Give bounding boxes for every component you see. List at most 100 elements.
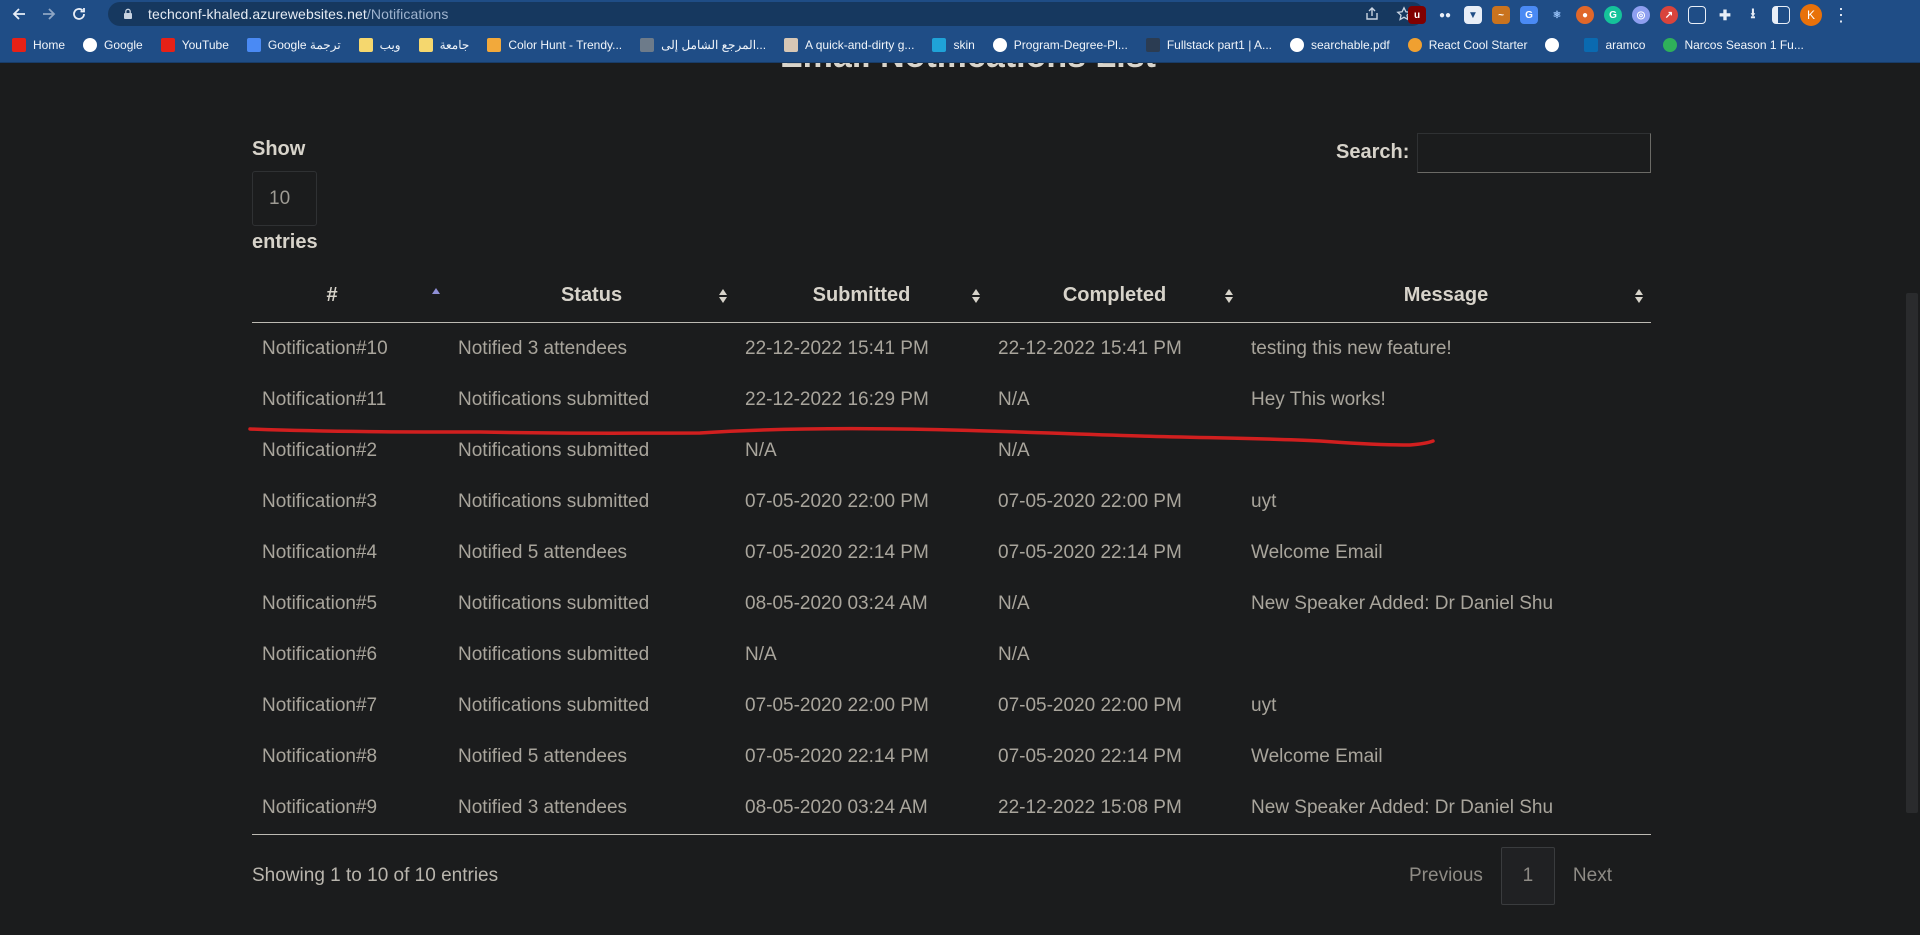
download-icon[interactable]: ⭳ (1744, 5, 1762, 24)
share-icon[interactable] (1364, 6, 1380, 22)
bookmark-item[interactable] (1545, 38, 1566, 52)
forward-button[interactable] (36, 1, 62, 27)
table-cell: Notification#10 (262, 337, 388, 359)
column-header[interactable]: Submitted (735, 268, 988, 323)
table-cell: Notified 3 attendees (458, 337, 628, 359)
table-row[interactable]: Notification#10 Notified 3 attendees 22-12… (252, 323, 1651, 374)
youtube-icon (160, 38, 175, 52)
table-row[interactable]: Notification#9 Notified 3 attendees 08-05-… (252, 782, 1651, 833)
bookmark-item[interactable]: skin (932, 38, 975, 52)
puzzle-icon[interactable]: ✚ (1716, 6, 1734, 24)
search-extension-icon[interactable]: ◎ (1632, 6, 1650, 24)
table-row[interactable]: Notification#7 Notifications submitted 07-… (252, 680, 1651, 731)
table-row[interactable]: Notification#5 Notifications submitted 08-… (252, 578, 1651, 629)
shield-icon[interactable]: ▼ (1464, 6, 1482, 24)
bookmark-label: Home (33, 38, 66, 52)
table-cell: N/A (745, 439, 777, 461)
bookmark-item[interactable]: Fullstack part1 | A... (1145, 38, 1272, 52)
entries-length-select[interactable]: 10 (252, 171, 317, 226)
scrollbar-thumb[interactable] (1906, 293, 1918, 813)
table-cell: Notification#3 (262, 490, 378, 512)
bookmark-item[interactable]: Google (83, 38, 143, 52)
table-cell: 07-05-2020 22:14 PM (745, 541, 929, 563)
address-bar[interactable]: techconf-khaled.azurewebsites.net/Notifi… (108, 2, 1424, 26)
back-button[interactable] (6, 1, 32, 27)
table-cell: testing this new feature! (1251, 337, 1452, 359)
basketball-icon[interactable]: ● (1576, 6, 1594, 24)
table-row[interactable]: Notification#2 Notifications submitted N/A… (252, 425, 1651, 476)
bookmark-item[interactable]: جامعة (418, 38, 469, 52)
column-header[interactable]: Completed (988, 268, 1241, 323)
column-header[interactable]: Status (448, 268, 735, 323)
arrow-left-icon (12, 8, 25, 20)
translate-extension-icon[interactable]: G (1520, 6, 1538, 24)
table-cell: uyt (1251, 694, 1277, 716)
table-row[interactable]: Notification#6 Notifications submitted N/A… (252, 629, 1651, 680)
bookmark-item[interactable]: Home (12, 38, 65, 52)
table-cell: Notifications submitted (458, 694, 650, 716)
table-row[interactable]: Notification#3 Notifications submitted 07-… (252, 476, 1651, 527)
table-row[interactable]: Notification#4 Notified 5 attendees 07-05-… (252, 527, 1651, 578)
bookmark-item[interactable]: Color Hunt - Trendy... (487, 38, 622, 52)
bookmark-item[interactable]: Google ترجمة (246, 38, 341, 52)
react-devtools-icon[interactable]: ⚛ (1548, 6, 1566, 24)
bookmark-label: searchable.pdf (1311, 38, 1390, 52)
table-cell: 07-05-2020 22:14 PM (745, 745, 929, 767)
page-scrollbar[interactable] (1904, 63, 1920, 935)
bookmark-item[interactable]: React Cool Starter (1407, 38, 1528, 52)
bookmark-label: Narcos Season 1 Fu... (1684, 38, 1804, 52)
sort-ascending-icon (432, 287, 440, 294)
column-header-label: Message (1403, 283, 1489, 306)
ublock-icon[interactable]: u (1408, 6, 1426, 24)
extensions-bar: u ●● ▼ ~ G ⚛ ● G ◎ ↗ ✚ ⭳ K ⋮ (1408, 4, 1850, 26)
table-cell: 08-05-2020 03:24 AM (745, 592, 928, 614)
bookmark-item[interactable]: searchable.pdf (1290, 38, 1390, 52)
more-menu-icon[interactable]: ⋮ (1832, 6, 1850, 24)
bookmark-item[interactable]: YouTube (160, 38, 229, 52)
previous-page-button[interactable]: Previous (1395, 865, 1497, 887)
sort-both-icon (972, 288, 980, 303)
url-host: techconf-khaled.azurewebsites.net (148, 6, 367, 22)
column-header[interactable]: # (252, 268, 448, 323)
bookmark-item[interactable]: ويب (358, 38, 401, 52)
reload-button[interactable] (66, 1, 92, 27)
table-cell: N/A (998, 643, 1030, 665)
chart-extension-icon[interactable]: ~ (1492, 6, 1510, 24)
pointer-extension-icon[interactable]: ↗ (1660, 6, 1678, 24)
table-row[interactable]: Notification#8 Notified 5 attendees 07-05-… (252, 731, 1651, 782)
bookmark-item[interactable]: المرجع الشامل إلى... (640, 38, 766, 52)
next-page-button[interactable]: Next (1559, 865, 1626, 887)
bookmark-label: ويب (379, 38, 401, 52)
bookmark-item[interactable]: aramco (1584, 38, 1645, 52)
glasses-icon[interactable]: ●● (1436, 6, 1454, 24)
folder-icon (418, 38, 433, 52)
bookmark-item[interactable]: Narcos Season 1 Fu... (1663, 38, 1804, 52)
sidepanel-icon[interactable] (1772, 6, 1790, 24)
page-1-button[interactable]: 1 (1500, 847, 1555, 905)
table-cell: 07-05-2020 22:00 PM (745, 490, 929, 512)
column-header[interactable]: Message (1241, 268, 1651, 323)
table-cell: 07-05-2020 22:14 PM (998, 541, 1182, 563)
window-extension-icon[interactable] (1688, 6, 1706, 24)
table-cell: Notified 5 attendees (458, 745, 628, 767)
table-cell: 07-05-2020 22:00 PM (998, 490, 1182, 512)
profile-avatar[interactable]: K (1800, 4, 1822, 26)
table-row[interactable]: Notification#11 Notifications submitted 22… (252, 374, 1651, 425)
page-icon (1145, 38, 1160, 52)
bookmark-label: React Cool Starter (1428, 38, 1528, 52)
table-cell: Notification#11 (262, 388, 387, 410)
table-cell: N/A (998, 592, 1030, 614)
table-cell: Notification#6 (262, 643, 378, 665)
bookmark-label: Color Hunt - Trendy... (508, 38, 623, 52)
bookmark-item[interactable]: A quick-and-dirty g... (784, 38, 914, 52)
bookmark-label: aramco (1605, 38, 1646, 52)
browser-toolbar: techconf-khaled.azurewebsites.net/Notifi… (0, 0, 1920, 28)
table-cell: Notifications submitted (458, 592, 650, 614)
search-input[interactable] (1417, 133, 1651, 173)
globe-icon (1545, 38, 1560, 52)
search-label: Search: (1336, 141, 1410, 163)
entries-label: entries (252, 231, 318, 253)
bookmark-item[interactable]: Program-Degree-Pl... (992, 38, 1128, 52)
grammarly-icon[interactable]: G (1604, 6, 1622, 24)
lock-icon (124, 8, 132, 19)
